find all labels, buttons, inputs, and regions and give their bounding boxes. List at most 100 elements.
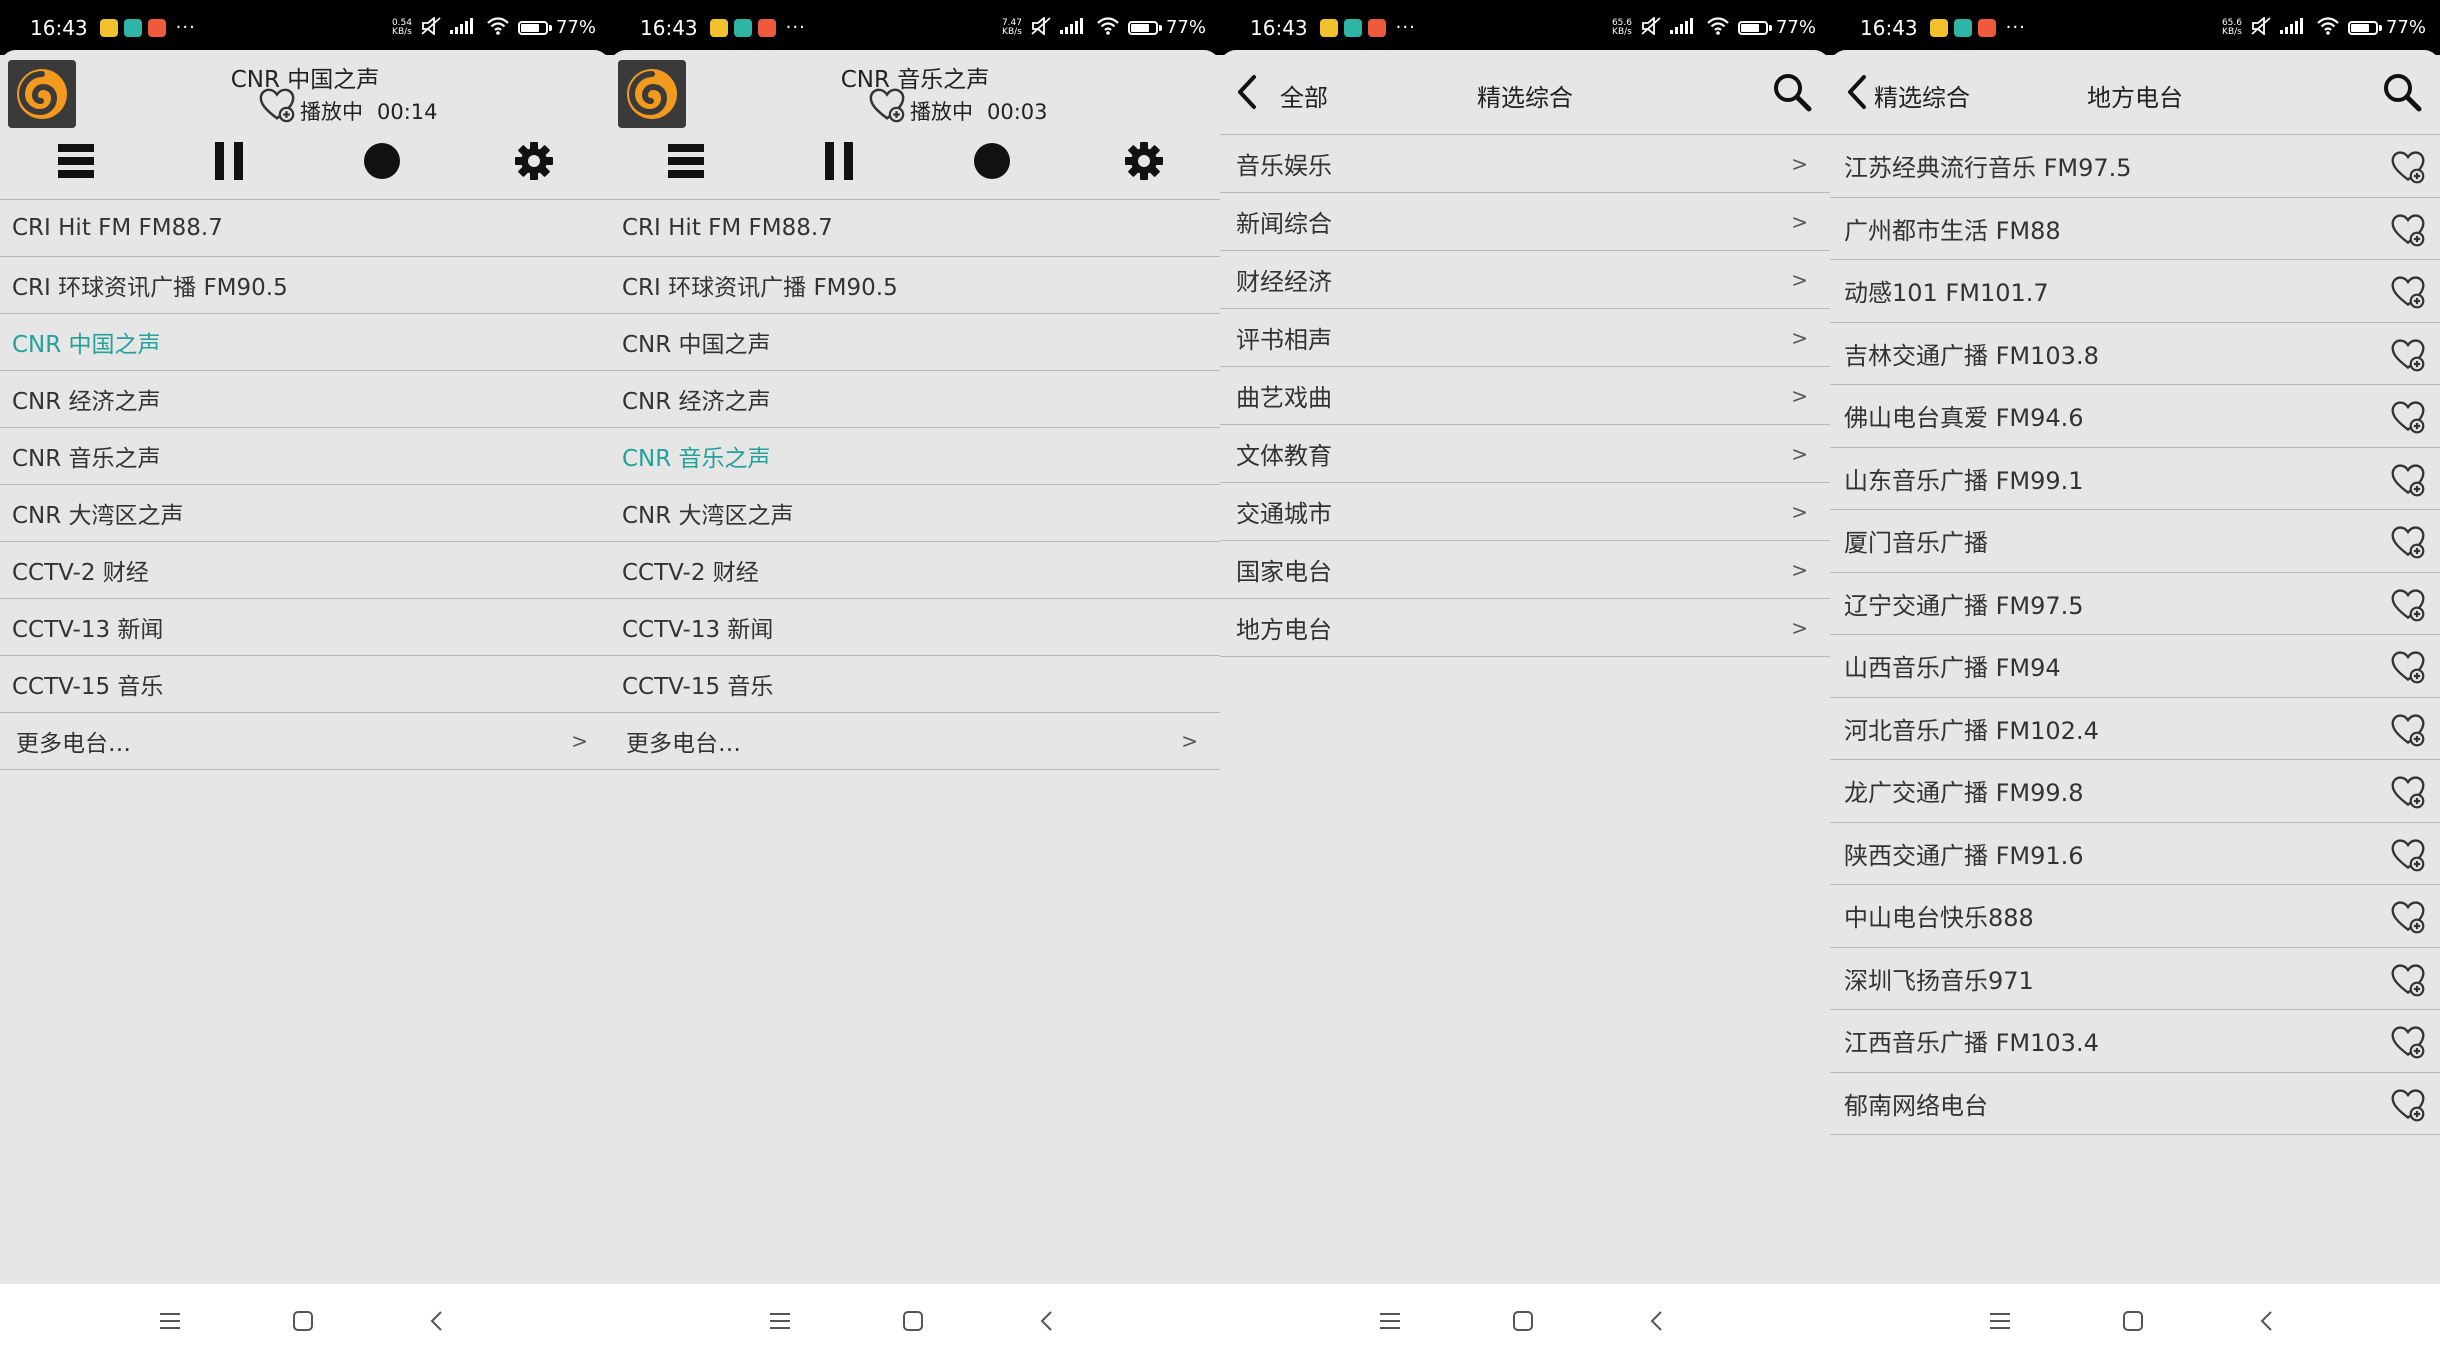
pause-icon [821,142,857,184]
home-button[interactable] [893,1306,933,1336]
station-row[interactable]: 动感101 FM101.7 [1830,260,2440,323]
station-list-button[interactable] [664,141,708,185]
station-row[interactable]: CRI 环球资讯广播 FM90.5 [0,257,610,314]
station-name: CCTV-13 新闻 [12,617,164,643]
station-row[interactable]: CNR 中国之声 [610,314,1220,371]
station-row[interactable]: CCTV-2 财经 [610,542,1220,599]
station-row[interactable]: 厦门音乐广播 [1830,510,2440,573]
signal-icon [2279,17,2308,38]
station-row[interactable]: CNR 经济之声 [0,371,610,428]
station-list-button[interactable] [54,141,98,185]
home-button[interactable] [283,1306,323,1336]
category-row[interactable]: 文体教育 > [1220,425,1830,483]
station-row[interactable]: 龙广交通广播 FM99.8 [1830,760,2440,823]
add-favorite-heart-icon[interactable] [2390,649,2426,691]
add-favorite-heart-icon[interactable] [2390,337,2426,379]
nav-header: 精选综合 地方电台 [1830,50,2440,135]
station-row[interactable]: CNR 大湾区之声 [0,485,610,542]
settings-button[interactable] [512,141,556,185]
station-row[interactable]: CNR 音乐之声 [610,428,1220,485]
add-favorite-heart-icon[interactable] [2390,399,2426,441]
record-button[interactable] [970,141,1014,185]
category-label: 财经经济 [1236,268,1332,296]
add-favorite-heart-icon[interactable] [2390,587,2426,629]
add-favorite-heart-icon[interactable] [868,86,906,128]
search-button[interactable] [1772,72,1812,116]
station-row[interactable]: 中山电台快乐888 [1830,885,2440,948]
add-favorite-heart-icon[interactable] [2390,899,2426,941]
category-row[interactable]: 地方电台 > [1220,599,1830,657]
station-row[interactable]: 吉林交通广播 FM103.8 [1830,323,2440,385]
station-row[interactable]: CNR 大湾区之声 [610,485,1220,542]
home-button[interactable] [1503,1306,1543,1336]
notification-app-icon [1367,18,1386,37]
station-row[interactable]: 郁南网络电台 [1830,1073,2440,1135]
system-back-button[interactable] [416,1306,456,1336]
recent-apps-button[interactable] [150,1306,190,1336]
station-row[interactable]: CCTV-15 音乐 [0,656,610,713]
category-row[interactable]: 国家电台 > [1220,541,1830,599]
add-favorite-heart-icon[interactable] [2390,837,2426,879]
add-favorite-heart-icon[interactable] [2390,212,2426,254]
pause-button[interactable] [817,141,861,185]
settings-button[interactable] [1122,141,1166,185]
add-favorite-heart-icon[interactable] [2390,462,2426,504]
station-row[interactable]: 陕西交通广播 FM91.6 [1830,823,2440,885]
recent-apps-button[interactable] [1370,1306,1410,1336]
station-row[interactable]: CNR 中国之声 [0,314,610,371]
station-row[interactable]: 江苏经典流行音乐 FM97.5 [1830,135,2440,198]
notification-icons: ··· [1929,17,2026,38]
category-row[interactable]: 评书相声 > [1220,309,1830,367]
station-row[interactable]: CNR 音乐之声 [0,428,610,485]
add-favorite-heart-icon[interactable] [2390,274,2426,316]
home-button[interactable] [2113,1306,2153,1336]
player-panel: CNR 中国之声 播放中 00:14 CRI Hit FM FM88.7 CRI 环球资… [0,50,610,1284]
station-row[interactable]: 江西音乐广播 FM103.4 [1830,1010,2440,1073]
category-row[interactable]: 音乐娱乐 > [1220,135,1830,193]
add-favorite-heart-icon[interactable] [2390,962,2426,1004]
recent-apps-button[interactable] [1980,1306,2020,1336]
chevron-right-icon: > [1791,441,1808,466]
station-name: CNR 音乐之声 [12,446,161,472]
notification-app-icon [1319,18,1338,37]
station-row[interactable]: CCTV-15 音乐 [610,656,1220,713]
station-row[interactable]: 佛山电台真爱 FM94.6 [1830,385,2440,448]
pause-button[interactable] [207,141,251,185]
category-row[interactable]: 财经经济 > [1220,251,1830,309]
add-favorite-heart-icon[interactable] [2390,524,2426,566]
record-button[interactable] [360,141,404,185]
record-icon [363,142,401,184]
station-row[interactable]: CRI 环球资讯广播 FM90.5 [610,257,1220,314]
system-back-button[interactable] [1636,1306,1676,1336]
add-favorite-heart-icon[interactable] [2390,1024,2426,1066]
station-row[interactable]: 辽宁交通广播 FM97.5 [1830,573,2440,635]
station-row[interactable]: 山东音乐广播 FM99.1 [1830,448,2440,510]
station-row[interactable]: 深圳飞扬音乐971 [1830,948,2440,1010]
search-button[interactable] [2382,72,2422,116]
category-row[interactable]: 曲艺戏曲 > [1220,367,1830,425]
station-row[interactable]: 广州都市生活 FM88 [1830,198,2440,260]
station-row[interactable]: CCTV-13 新闻 [610,599,1220,656]
add-favorite-heart-icon[interactable] [2390,149,2426,191]
station-row[interactable]: CNR 经济之声 [610,371,1220,428]
category-row[interactable]: 交通城市 > [1220,483,1830,541]
more-stations-row[interactable]: 更多电台… > [610,713,1220,770]
station-row[interactable]: 山西音乐广播 FM94 [1830,635,2440,698]
system-back-button[interactable] [1026,1306,1066,1336]
station-row[interactable]: CRI Hit FM FM88.7 [610,200,1220,257]
add-favorite-heart-icon[interactable] [2390,712,2426,754]
add-favorite-heart-icon[interactable] [2390,1087,2426,1129]
station-row[interactable]: 河北音乐广播 FM102.4 [1830,698,2440,760]
category-panel: 全部 精选综合 音乐娱乐 > 新闻综合 > 财经经济 > 评书相声 > 曲艺戏曲 > 文体教育 > 交通城市… [1220,50,1830,1284]
add-favorite-heart-icon[interactable] [258,86,296,128]
status-right: 65.6 KB/s 77% [1612,15,1816,39]
add-favorite-heart-icon[interactable] [2390,774,2426,816]
system-back-button[interactable] [2246,1306,2286,1336]
station-row[interactable]: CCTV-2 财经 [0,542,610,599]
category-row[interactable]: 新闻综合 > [1220,193,1830,251]
more-stations-row[interactable]: 更多电台… > [0,713,610,770]
recent-apps-button[interactable] [760,1306,800,1336]
station-row[interactable]: CCTV-13 新闻 [0,599,610,656]
station-row[interactable]: CRI Hit FM FM88.7 [0,200,610,257]
station-name: CNR 经济之声 [622,389,771,415]
